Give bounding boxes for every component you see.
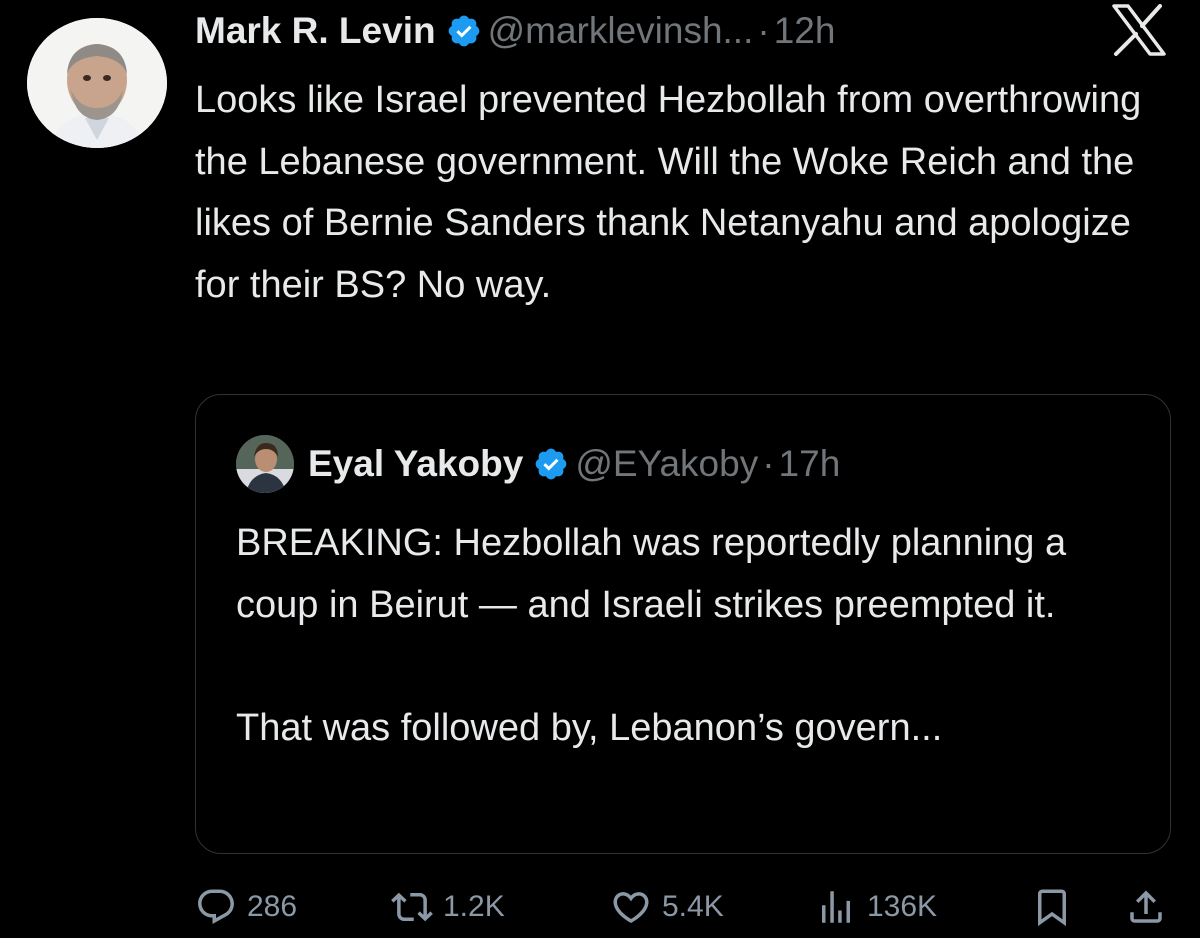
tweet-header: Mark R. Levin @marklevinsh... · 12h — [195, 6, 835, 56]
bookmark-icon — [1038, 889, 1066, 927]
like-button[interactable]: 5.4K — [610, 880, 724, 934]
quoted-tweet-text: BREAKING: Hezbollah was reportedly plann… — [236, 513, 1136, 759]
verified-badge-icon — [533, 446, 569, 482]
quoted-author-avatar[interactable] — [236, 435, 294, 493]
reply-icon — [198, 889, 234, 924]
retweet-count: 1.2K — [443, 890, 505, 923]
retweet-icon — [391, 892, 433, 922]
views-icon — [822, 891, 850, 923]
author-handle[interactable]: @marklevinsh... — [488, 10, 754, 52]
share-icon — [1130, 890, 1162, 923]
quoted-paragraph: BREAKING: Hezbollah was reportedly plann… — [236, 522, 1067, 626]
quoted-tweet-header: Eyal Yakoby @EYakoby · 17h — [236, 435, 841, 493]
bookmark-button[interactable] — [1031, 880, 1073, 934]
quoted-tweet-time[interactable]: 17h — [779, 443, 841, 485]
verified-badge-icon — [446, 13, 482, 49]
quoted-author-handle[interactable]: @EYakoby — [575, 443, 758, 485]
tweet-time[interactable]: 12h — [774, 10, 836, 52]
heart-icon — [613, 892, 649, 924]
quoted-paragraph: That was followed by, Lebanon’s govern..… — [236, 706, 943, 749]
views-button[interactable]: 136K — [815, 880, 937, 934]
views-count: 136K — [867, 890, 938, 923]
reply-count: 286 — [247, 890, 298, 923]
author-name[interactable]: Mark R. Levin — [195, 10, 436, 52]
quoted-author-name[interactable]: Eyal Yakoby — [308, 443, 523, 485]
reply-button[interactable]: 286 — [195, 880, 297, 934]
action-bar: 286 1.2K 5.4K 136K — [195, 880, 1175, 934]
share-button[interactable] — [1125, 880, 1167, 934]
separator-dot: · — [762, 443, 775, 484]
quoted-tweet[interactable]: Eyal Yakoby @EYakoby · 17h BREAKING: Hez… — [195, 394, 1171, 854]
author-avatar[interactable] — [27, 18, 167, 148]
x-logo-icon — [1108, 4, 1170, 56]
like-count: 5.4K — [662, 890, 724, 923]
tweet-text: Looks like Israel prevented Hezbollah fr… — [195, 79, 1142, 306]
separator-dot: · — [757, 10, 770, 51]
retweet-button[interactable]: 1.2K — [391, 880, 505, 934]
